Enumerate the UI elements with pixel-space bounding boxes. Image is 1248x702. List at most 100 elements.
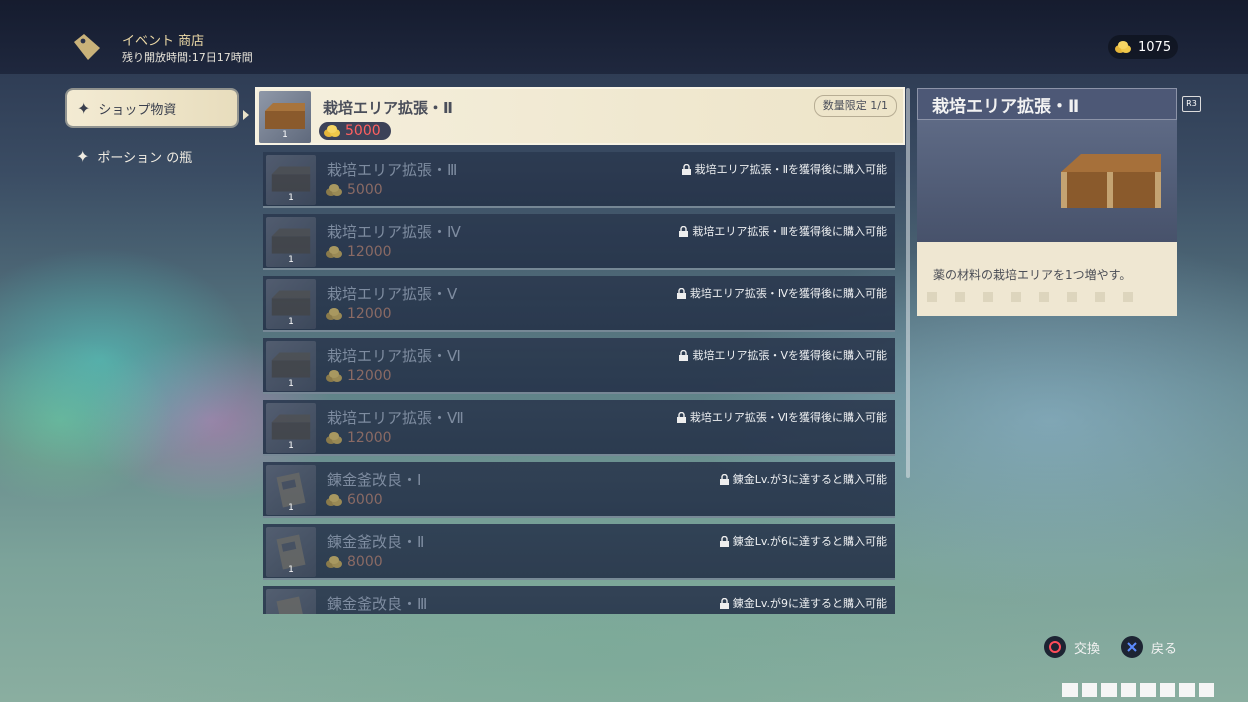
- purchase-limit-badge: 数量限定 1/1: [813, 95, 897, 117]
- item-name: 栽培エリア拡張・Ⅵ: [327, 347, 461, 365]
- lock-icon: [719, 473, 729, 485]
- price-value: 8000: [347, 554, 383, 570]
- unlock-condition: 栽培エリア拡張・Ⅱを獲得後に購入可能: [681, 161, 887, 177]
- list-item-selected[interactable]: 1 栽培エリア拡張・Ⅱ 5000 数量限定 1/1: [255, 87, 905, 145]
- unlock-text: 錬金Lv.が9に達すると購入可能: [732, 597, 887, 610]
- unlock-text: 栽培エリア拡張・Ⅳを獲得後に購入可能: [689, 287, 887, 300]
- list-item[interactable]: 1 錬金釜改良・Ⅰ 6000 錬金Lv.が3に達すると購入可能: [263, 462, 895, 518]
- cross-button-icon: [1121, 636, 1143, 658]
- currency-display: 1075: [1108, 35, 1178, 59]
- item-list[interactable]: 1 栽培エリア拡張・Ⅱ 5000 数量限定 1/1 1 栽培エリア拡張・Ⅲ 50…: [253, 86, 907, 614]
- category-potion-bottles[interactable]: ✦ ポーション の瓶: [76, 147, 192, 166]
- item-qty: 1: [288, 503, 294, 513]
- sparkle-icon: ✦: [76, 147, 90, 166]
- coin-icon: [326, 246, 342, 258]
- price-value: 6000: [347, 492, 383, 508]
- item-qty: 1: [288, 317, 294, 327]
- scroll-icon: [266, 589, 316, 614]
- item-price: 12000: [325, 430, 392, 446]
- price-value: 12000: [347, 244, 392, 260]
- item-name: 栽培エリア拡張・Ⅱ: [323, 99, 453, 117]
- item-price: 8000: [325, 554, 383, 570]
- exchange-hint[interactable]: 交換: [1044, 636, 1100, 658]
- unlock-condition: 栽培エリア拡張・Ⅵを獲得後に購入可能: [676, 409, 887, 425]
- unlock-condition: 錬金Lv.が6に達すると購入可能: [719, 533, 887, 549]
- category-label: ポーション の瓶: [97, 151, 193, 166]
- price-value: 12000: [347, 430, 392, 446]
- unlock-condition: 栽培エリア拡張・Ⅳを獲得後に購入可能: [676, 285, 887, 301]
- coin-icon: [326, 494, 342, 506]
- item-name: 栽培エリア拡張・Ⅴ: [327, 285, 458, 303]
- unlock-text: 錬金Lv.が6に達すると購入可能: [732, 535, 887, 548]
- list-item[interactable]: 錬金釜改良・Ⅲ 錬金Lv.が9に達すると購入可能: [263, 586, 895, 614]
- list-item[interactable]: 1 栽培エリア拡張・Ⅲ 5000 栽培エリア拡張・Ⅱを獲得後に購入可能: [263, 152, 895, 208]
- item-price: 12000: [325, 244, 392, 260]
- item-price: 12000: [325, 306, 392, 322]
- unlock-text: 栽培エリア拡張・Ⅱを獲得後に購入可能: [694, 163, 887, 176]
- detail-description: 薬の材料の栽培エリアを1つ増やす。: [917, 242, 1177, 316]
- description-text: 薬の材料の栽培エリアを1つ増やす。: [933, 268, 1132, 282]
- lock-icon: [719, 597, 729, 609]
- item-qty: 1: [288, 379, 294, 389]
- item-price: 5000: [319, 122, 391, 140]
- list-item[interactable]: 1 栽培エリア拡張・Ⅵ 12000 栽培エリア拡張・Ⅴを獲得後に購入可能: [263, 338, 895, 394]
- detail-panel: 栽培エリア拡張・Ⅱ 薬の材料の栽培エリアを1つ増やす。: [917, 88, 1177, 316]
- detail-image: [917, 120, 1177, 242]
- item-name: 栽培エリア拡張・Ⅶ: [327, 409, 464, 427]
- time-remaining: 残り開放時間:17日17時間: [122, 51, 253, 64]
- lock-icon: [679, 349, 689, 361]
- item-qty: 1: [282, 130, 288, 140]
- item-qty: 1: [288, 441, 294, 451]
- lock-icon: [679, 225, 689, 237]
- currency-amount: 1075: [1138, 39, 1172, 55]
- item-qty: 1: [288, 255, 294, 265]
- lock-icon: [676, 287, 686, 299]
- list-item[interactable]: 1 錬金釜改良・Ⅱ 8000 錬金Lv.が6に達すると購入可能: [263, 524, 895, 580]
- list-scrollbar[interactable]: [906, 88, 910, 478]
- unlock-text: 錬金Lv.が3に達すると購入可能: [732, 473, 887, 486]
- item-name: 錬金釜改良・Ⅱ: [327, 533, 425, 551]
- lock-icon: [676, 411, 686, 423]
- footer-pattern: [1062, 683, 1214, 697]
- coin-icon: [324, 125, 340, 137]
- unlock-condition: 栽培エリア拡張・Ⅴを獲得後に購入可能: [679, 347, 887, 363]
- lock-icon: [681, 163, 691, 175]
- r3-button[interactable]: R3: [1182, 96, 1201, 112]
- unlock-condition: 錬金Lv.が9に達すると購入可能: [719, 595, 887, 611]
- coin-icon: [326, 184, 342, 196]
- shop-title: イベント 商店: [122, 34, 205, 49]
- crate-icon: [1061, 154, 1161, 208]
- item-name: 錬金釜改良・Ⅰ: [327, 471, 422, 489]
- unlock-condition: 栽培エリア拡張・Ⅲを獲得後に購入可能: [679, 223, 887, 239]
- price-value: 5000: [347, 182, 383, 198]
- unlock-text: 栽培エリア拡張・Ⅴを獲得後に購入可能: [692, 349, 887, 362]
- sparkle-icon: ✦: [77, 98, 91, 118]
- item-qty: 1: [288, 565, 294, 575]
- coin-icon: [326, 308, 342, 320]
- item-name: 錬金釜改良・Ⅲ: [327, 595, 428, 613]
- lock-icon: [719, 535, 729, 547]
- list-item[interactable]: 1 栽培エリア拡張・Ⅳ 12000 栽培エリア拡張・Ⅲを獲得後に購入可能: [263, 214, 895, 270]
- back-label: 戻る: [1151, 641, 1178, 657]
- back-hint[interactable]: 戻る: [1121, 636, 1177, 658]
- coin-icon: [1115, 41, 1131, 53]
- detail-title: 栽培エリア拡張・Ⅱ: [917, 88, 1177, 120]
- unlock-text: 栽培エリア拡張・Ⅲを獲得後に購入可能: [692, 225, 887, 238]
- unlock-text: 栽培エリア拡張・Ⅵを獲得後に購入可能: [689, 411, 887, 424]
- selected-arrow-icon: [243, 110, 249, 120]
- list-item[interactable]: 1 栽培エリア拡張・Ⅴ 12000 栽培エリア拡張・Ⅳを獲得後に購入可能: [263, 276, 895, 332]
- category-shop-supplies[interactable]: ✦ ショップ物資: [67, 90, 237, 126]
- category-label: ショップ物資: [98, 102, 177, 118]
- coin-icon: [326, 432, 342, 444]
- circle-button-icon: [1044, 636, 1066, 658]
- list-item[interactable]: 1 栽培エリア拡張・Ⅶ 12000 栽培エリア拡張・Ⅵを獲得後に購入可能: [263, 400, 895, 456]
- coin-icon: [326, 370, 342, 382]
- item-name: 栽培エリア拡張・Ⅲ: [327, 161, 458, 179]
- coin-icon: [326, 556, 342, 568]
- shop-tag-icon: [74, 34, 100, 60]
- item-price: 6000: [325, 492, 383, 508]
- item-price: 12000: [325, 368, 392, 384]
- exchange-label: 交換: [1074, 641, 1101, 657]
- price-value: 5000: [345, 123, 381, 139]
- item-qty: 1: [288, 193, 294, 203]
